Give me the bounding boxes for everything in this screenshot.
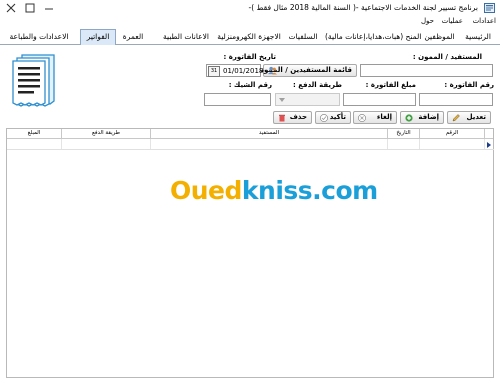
menu-settings[interactable]: اعدادات: [473, 17, 496, 25]
tab-grants[interactable]: المنح (هبات،هدايا،إعانات مالية): [325, 30, 421, 43]
beneficiary-label: المستفيد / الممون :: [412, 53, 482, 61]
invoices-table[interactable]: المبلغ طريقة الدفع المستفيد التاريخ الرق…: [6, 128, 494, 378]
calendar-icon[interactable]: 31: [208, 66, 220, 77]
cancel-button[interactable]: إلغاء: [353, 111, 397, 124]
app-icon: [484, 3, 495, 13]
edit-button[interactable]: تعديل: [447, 111, 491, 124]
column-header-date[interactable]: التاريخ: [388, 129, 420, 139]
table-row[interactable]: [7, 139, 494, 150]
close-icon: [6, 3, 16, 13]
invoice-amount-field[interactable]: [343, 93, 416, 106]
column-header-number[interactable]: الرقم: [420, 129, 485, 139]
payment-method-select[interactable]: [275, 93, 340, 106]
title-bar: برنامج تسيير لجنة الخدمات الاجتماعية -( …: [0, 0, 500, 17]
check-number-label: رقم الشيك :: [228, 81, 272, 89]
tab-medical-aid[interactable]: الاعانات الطبية: [159, 30, 213, 43]
minimize-button[interactable]: [40, 1, 58, 16]
confirm-button[interactable]: تأكيد: [315, 111, 351, 124]
invoice-number-label: رقم الفاتورة :: [444, 81, 494, 89]
menu-about[interactable]: حول: [421, 17, 434, 25]
column-header-amount[interactable]: المبلغ: [7, 129, 62, 139]
delete-button[interactable]: حذف: [273, 111, 312, 124]
tab-appliances[interactable]: الاجهزة الكهرومنزلية: [215, 30, 283, 43]
tab-home[interactable]: الرئيسية: [459, 30, 497, 43]
check-number-field[interactable]: [204, 93, 271, 106]
confirm-icon: [320, 114, 328, 122]
delete-icon: [279, 114, 285, 122]
column-header-beneficiary[interactable]: المستفيد: [151, 129, 388, 139]
invoice-date-field[interactable]: 31 01/01/2018: [206, 64, 263, 77]
tab-invoices[interactable]: الفواتير: [80, 29, 116, 45]
window-title: برنامج تسيير لجنة الخدمات الاجتماعية -( …: [248, 3, 478, 12]
invoice-date-label: تاريخ الفاتورة :: [223, 53, 276, 61]
invoice-amount-label: مبلغ الفاتورة :: [365, 81, 416, 89]
tab-strip: الرئيسية الموظفين المنح (هبات،هدايا،إعان…: [0, 28, 500, 45]
watermark: Ouedkniss.com: [170, 176, 378, 205]
row-selector-header: [485, 129, 493, 139]
invoices-icon: [12, 54, 55, 107]
pencil-icon: [452, 114, 460, 122]
column-header-payment-method[interactable]: طريقة الدفع: [62, 129, 151, 139]
tab-umrah[interactable]: العمرة: [118, 30, 148, 43]
menu-operations[interactable]: عمليات: [442, 17, 463, 25]
tab-loans[interactable]: السلفيات: [284, 30, 322, 43]
chevron-down-icon: [279, 98, 285, 102]
users-icon: [268, 66, 277, 75]
cancel-icon: [358, 114, 366, 122]
invoice-number-field[interactable]: [419, 93, 493, 106]
add-icon: [405, 114, 413, 122]
beneficiary-field[interactable]: [360, 64, 493, 77]
tab-employees[interactable]: الموظفين: [421, 30, 458, 43]
minimize-icon: [45, 8, 53, 10]
tab-settings-printing[interactable]: الاعدادات والطباعة: [2, 30, 76, 43]
maximize-button[interactable]: [21, 1, 39, 16]
menu-bar: اعدادات عمليات حول: [0, 17, 500, 28]
close-button[interactable]: [2, 1, 20, 16]
maximize-icon: [25, 3, 35, 13]
add-button[interactable]: إضافة: [400, 111, 444, 124]
payment-method-label: طريقة الدفع :: [293, 81, 342, 89]
beneficiaries-list-button[interactable]: قائمة المستفيدين / الممونين: [252, 64, 357, 77]
